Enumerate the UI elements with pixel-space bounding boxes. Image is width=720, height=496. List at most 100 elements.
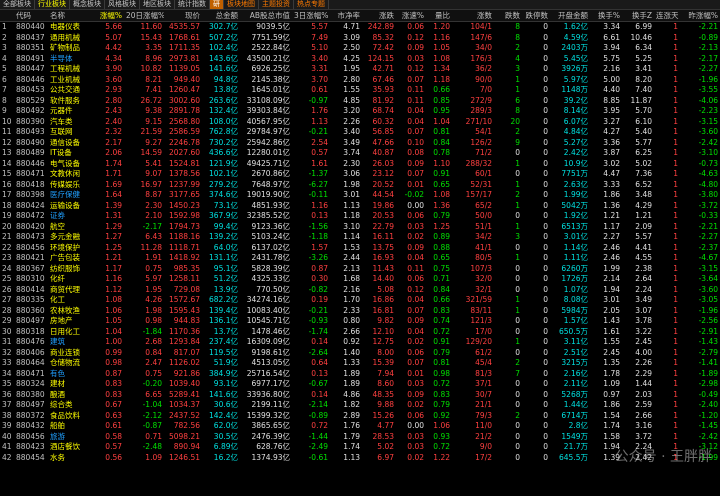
table-row[interactable]: 31 880476 建筑 1.00 2.68 1293.84 237.4亿 16309.09亿…	[0, 337, 720, 348]
cell-昨涨幅%: -2.21	[698, 22, 718, 32]
table-row[interactable]: 12 880490 通信设备 2.17 9.27 2246.78 730.2亿 25942.8…	[0, 138, 720, 149]
column-header-20[interactable]: 昨涨幅%	[680, 10, 720, 22]
cell-涨数: 41/1	[475, 242, 492, 252]
table-row[interactable]: 38 880372 食品饮料 0.63 -2.12 2437.52 142.4亿 15399.…	[0, 411, 720, 422]
table-row[interactable]: 19 880472 证券 1.31 2.10 1592.98 367.9亿 32385.52亿…	[0, 211, 720, 222]
cell-涨数: 104/1	[470, 22, 492, 32]
tab-2[interactable]: 概念板块	[70, 0, 105, 9]
tab-1[interactable]: 行业板块	[35, 0, 70, 9]
table-row[interactable]: 35 880324 建材 0.83 -0.20 1039.40 93.1亿 6977.17亿 -…	[0, 379, 720, 390]
cell-昨涨幅%: -3.60	[698, 127, 718, 137]
table-row[interactable]: 17 880398 医疗保健 1.64 8.87 3177.65 374.6亿 19019.9…	[0, 190, 720, 201]
cell-市净率: 2.26	[343, 116, 360, 126]
table-row[interactable]: 30 880318 日用化工 1.04 -1.84 1170.36 13.7亿 1478.46…	[0, 327, 720, 338]
cell-代码: 880310	[16, 274, 45, 284]
table-row[interactable]: 9 880492 元器件 2.43 9.38 2891.78 132.4亿 39303.84亿…	[0, 106, 720, 117]
cell-20日涨幅%: 2.68	[145, 337, 162, 347]
table-row[interactable]: 33 880464 仓储物流 0.98 2.47 1126.02 51.9亿 4513.05亿…	[0, 358, 720, 369]
tab-0[interactable]: 全部板块	[0, 0, 35, 9]
column-header-6[interactable]: 总金额	[202, 10, 240, 22]
column-header-3[interactable]: 涨幅%	[94, 10, 124, 22]
tab-6[interactable]: 研	[210, 0, 224, 9]
cell-换手Z: 5.77	[635, 137, 652, 147]
column-header-15[interactable]: 跌停数	[522, 10, 550, 22]
table-row[interactable]: 21 880473 多元金融 1.27 6.43 1188.16 139.2亿 5103.24…	[0, 232, 720, 243]
column-header-13[interactable]: 涨数	[452, 10, 494, 22]
cell-20日涨幅%: -0.20	[142, 379, 162, 389]
table-row[interactable]: 20 880420 航空 1.29 -2.17 1794.73 99.4亿 9123.36亿 -…	[0, 222, 720, 233]
table-row[interactable]: 28 880360 农林牧渔 1.06 1.98 1595.43 139.4亿 10083.4…	[0, 306, 720, 317]
column-header-4[interactable]: 20日涨幅%	[124, 10, 164, 22]
cell-涨跌: 15.26	[372, 410, 394, 420]
table-row[interactable]: 42 880454 水务 0.56 1.09 1246.51 16.2亿 1374.93亿 -0…	[0, 453, 720, 464]
column-header-10[interactable]: 涨跌	[362, 10, 396, 22]
table-row[interactable]: 29 880497 房地产 1.05 0.98 944.83 136.1亿 10545.71亿…	[0, 316, 720, 327]
cell-总金额: 6.89亿	[213, 442, 238, 452]
column-header-1[interactable]: 代码	[14, 10, 48, 22]
table-row[interactable]: 32 880406 商业连锁 0.99 0.84 817.07 119.5亿 9198.61亿…	[0, 348, 720, 359]
cell-跌数: 0	[515, 211, 520, 221]
table-row[interactable]: 27 880335 化工 1.08 4.26 1572.67 682.2亿 34274.16亿…	[0, 295, 720, 306]
table-row[interactable]: 16 880418 传媒娱乐 1.69 16.97 1237.99 279.2亿 7648.9…	[0, 180, 720, 191]
tab-5[interactable]: 统计指数	[175, 0, 210, 9]
cell-换手Z: 2.66	[635, 410, 652, 420]
cell-index: 10	[2, 116, 12, 126]
tab-7[interactable]: 板块地图	[224, 0, 259, 9]
table-row[interactable]: 18 880424 运输设备 1.39 2.30 1450.23 73.1亿 4851.93亿…	[0, 201, 720, 212]
table-row[interactable]: 15 880471 文教休闲 1.71 9.07 1378.56 102.1亿 2670.86…	[0, 169, 720, 180]
tab-9[interactable]: 热点专题	[294, 0, 329, 9]
column-header-5[interactable]: 现价	[164, 10, 202, 22]
column-header-19[interactable]: 连涨天	[654, 10, 680, 22]
table-row[interactable]: 24 880367 纺织服饰 1.17 0.75 985.35 95.1亿 5828.39亿 0…	[0, 264, 720, 275]
column-header-0[interactable]	[0, 10, 14, 22]
table-row[interactable]: 3 880351 矿物制品 4.42 3.35 1711.35 102.4亿 2522.84亿…	[0, 43, 720, 54]
table-row[interactable]: 1 880440 电器仪表 5.66 11.60 4535.57 302.7亿 9039.5亿…	[0, 22, 720, 33]
table-row[interactable]: 23 880421 广告包装 1.21 1.91 1418.92 131.1亿 2431.78…	[0, 253, 720, 264]
column-header-9[interactable]: 市净率	[330, 10, 362, 22]
column-header-8[interactable]: 3日涨幅%	[292, 10, 330, 22]
cell-涨速%: -0.02	[404, 190, 424, 200]
table-row[interactable]: 4 880491 半导体 4.34 8.96 2973.81 143.6亿 43500.21亿…	[0, 54, 720, 65]
table-row[interactable]: 5 880447 工程机械 3.90 10.82 1139.05 141.6亿 6926.25…	[0, 64, 720, 75]
cell-20日涨幅%: 10.82	[140, 64, 162, 74]
tab-4[interactable]: 地区板块	[140, 0, 175, 9]
column-header-18[interactable]: 换手Z	[622, 10, 654, 22]
table-row[interactable]: 34 880471 有色 0.87 0.75 921.86 384.9亿 25716.54亿 0…	[0, 369, 720, 380]
table-row[interactable]: 13 880489 IT设备 2.06 14.59 2027.60 436.6亿 12280.…	[0, 148, 720, 159]
table-row[interactable]: 11 880493 互联网 2.32 21.59 2586.59 762.8亿 29784.9…	[0, 127, 720, 138]
column-header-2[interactable]: 名称	[48, 10, 94, 22]
table-row[interactable]: 41 880423 酒店餐饮 0.57 -2.48 890.94 6.89亿 628.76亿 -…	[0, 442, 720, 453]
cell-换手%: 2.16	[603, 64, 620, 74]
cell-3日涨幅%: 3.70	[311, 74, 328, 84]
column-header-14[interactable]: 跌数	[494, 10, 522, 22]
column-header-17[interactable]: 换手%	[590, 10, 622, 22]
cell-换手Z: 2.24	[635, 284, 652, 294]
table-row[interactable]: 2 880437 通用机械 5.07 15.43 1768.61 507.2亿 7751.59…	[0, 33, 720, 44]
table-row[interactable]: 22 880456 环境保护 1.25 11.28 1118.71 64.0亿 6137.02…	[0, 243, 720, 254]
cell-3日涨幅%: 1.76	[311, 106, 328, 116]
tab-8[interactable]: 主题投资	[259, 0, 294, 9]
cell-连涨天: 1	[673, 316, 678, 326]
cell-换手%: 3.34	[603, 22, 620, 32]
table-row[interactable]: 6 880446 工业机械 3.60 8.21 949.40 94.8亿 2145.38亿 3.…	[0, 75, 720, 86]
column-header-11[interactable]: 涨速%	[396, 10, 426, 22]
column-header-16[interactable]: 开盘金额	[550, 10, 590, 22]
cell-现价: 2586.59	[168, 127, 200, 137]
table-row[interactable]: 26 880414 商贸代理 1.12 1.95 729.08 13.9亿 770.50亿 -0…	[0, 285, 720, 296]
table-row[interactable]: 25 880310 化纤 1.16 5.97 1258.11 51.2亿 4325.33亿 0.…	[0, 274, 720, 285]
tab-3[interactable]: 风格板块	[105, 0, 140, 9]
table-row[interactable]: 14 880446 电气设备 1.74 5.41 1524.81 121.9亿 49425.7…	[0, 159, 720, 170]
table-row[interactable]: 7 880453 公共交通 2.93 7.41 1260.47 13.8亿 1645.01亿 0…	[0, 85, 720, 96]
column-header-12[interactable]: 量比	[426, 10, 452, 22]
cell-涨数: 80/5	[475, 253, 492, 263]
table-row[interactable]: 8 880529 软件服务 2.80 26.72 3002.60 263.6亿 33108.0…	[0, 96, 720, 107]
table-row[interactable]: 10 880390 汽车类 2.40 9.15 2568.80 108.0亿 40567.95…	[0, 117, 720, 128]
cell-换手Z: 2.38	[635, 263, 652, 273]
table-row[interactable]: 39 880432 船舶 0.61 -0.87 782.56 62.0亿 3865.65亿 0.…	[0, 421, 720, 432]
column-header-7[interactable]: AB股总市值	[240, 10, 292, 22]
cell-3日涨幅%: 5.57	[311, 22, 328, 32]
table-row[interactable]: 40 880456 旅游 0.58 0.71 5098.21 30.5亿 2476.39亿 -1…	[0, 432, 720, 443]
table-row[interactable]: 36 880380 酿酒 0.83 6.65 5289.41 141.6亿 33936.80亿…	[0, 390, 720, 401]
table-row[interactable]: 37 880497 综合类 0.67 -1.04 1034.37 30.6亿 2199.11亿…	[0, 400, 720, 411]
cell-index: 19	[2, 211, 12, 221]
